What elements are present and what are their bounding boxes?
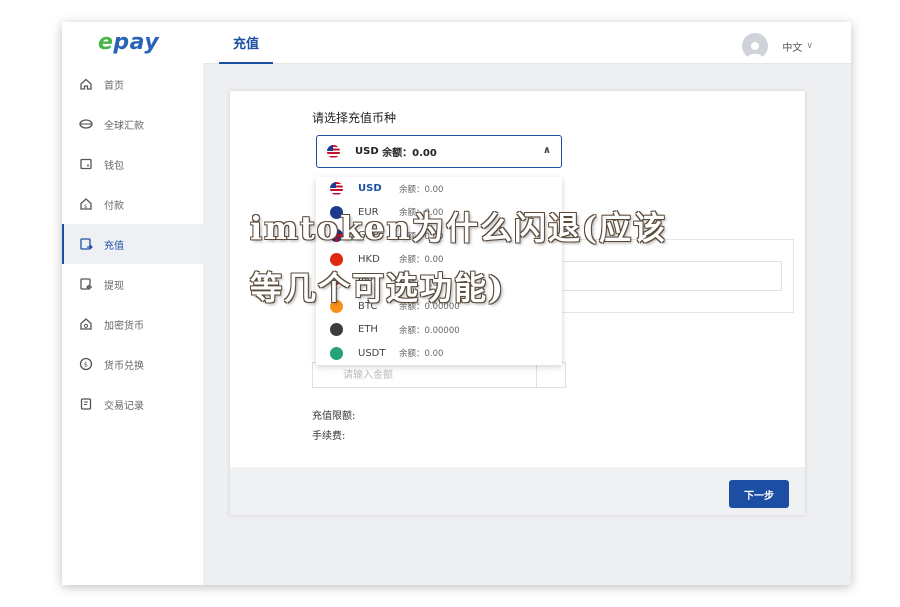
sidebar-item-exchange[interactable]: $ 货币兑换 — [62, 344, 203, 384]
sidebar-item-label: 提现 — [104, 280, 124, 292]
currency-option-gbp[interactable]: GBP 余额：0.00 — [316, 224, 562, 248]
currency-code: BTC — [358, 300, 378, 312]
globe-icon — [78, 116, 94, 132]
usd-flag-icon — [327, 145, 340, 158]
currency-option-eth[interactable]: ETH 余额：0.00000 — [316, 318, 562, 342]
sidebar-item-crypto[interactable]: 加密货币 — [62, 304, 203, 344]
hkd-flag-icon — [330, 252, 343, 266]
currency-code: GBP — [358, 230, 379, 242]
home-icon — [78, 76, 94, 92]
selected-currency-balance: 余额：0.00 — [382, 148, 437, 159]
eur-flag-icon — [330, 205, 343, 219]
exchange-icon: $ — [78, 356, 94, 372]
user-icon — [747, 42, 764, 59]
method-input[interactable] — [526, 261, 782, 291]
amount-input[interactable] — [312, 362, 536, 388]
currency-code: ETH — [358, 324, 378, 336]
usdt-coin-icon — [330, 346, 343, 360]
currency-code: JPY — [358, 277, 373, 289]
sidebar-item-wallet[interactable]: 钱包 — [62, 144, 203, 184]
app-window: epay 首页 全球汇款 钱包 $ 付款 充值 提现 加密货币 $ 货币兑换 交… — [62, 22, 851, 585]
top-bar: 充值 中文 ∨ — [203, 22, 851, 64]
sidebar-item-label: 首页 — [104, 80, 124, 92]
amount-currency-suffix — [536, 362, 566, 388]
sidebar-item-records[interactable]: 交易记录 — [62, 384, 203, 424]
crypto-icon — [78, 316, 94, 332]
sidebar-item-withdraw[interactable]: 提现 — [62, 264, 203, 304]
currency-balance: 余额：0.00 — [399, 278, 444, 289]
wallet-icon — [78, 156, 94, 172]
btc-coin-icon — [330, 299, 343, 313]
selected-currency-code: USD — [355, 146, 379, 157]
withdraw-icon — [78, 276, 94, 292]
sidebar-item-label: 交易记录 — [104, 400, 144, 412]
currency-balance: 余额：0.00 — [399, 208, 444, 219]
deposit-icon — [78, 236, 94, 252]
currency-code: USDT — [358, 347, 386, 359]
currency-dropdown[interactable]: USD 余额：0.00 EUR 余额：0.00 GBP 余额：0.00 HKD … — [316, 177, 562, 365]
card-footer: 下一步 — [230, 467, 805, 515]
payment-icon: $ — [78, 196, 94, 212]
currency-option-btc[interactable]: BTC 余额：0.00000 — [316, 295, 562, 319]
currency-select[interactable]: USD 余额：0.00 ∧ — [316, 135, 562, 168]
sidebar-item-label: 加密货币 — [104, 320, 144, 332]
currency-option-hkd[interactable]: HKD 余额：0.00 — [316, 248, 562, 272]
chevron-up-icon: ∧ — [542, 145, 551, 156]
currency-option-eur[interactable]: EUR 余额：0.00 — [316, 201, 562, 225]
deposit-card: 请选择充值币种 充值限额: 手续费: USD 余额：0.00 ∧ USD 余额：… — [230, 91, 805, 515]
sidebar-item-label: 钱包 — [104, 160, 124, 172]
fee-label: 手续费: — [312, 431, 346, 442]
user-menu[interactable]: 中文 ∨ — [742, 33, 813, 59]
logo-letter-e: e — [98, 30, 114, 55]
sidebar-item-payment[interactable]: $ 付款 — [62, 184, 203, 224]
sidebar-item-label: 全球汇款 — [104, 120, 144, 132]
currency-option-usd[interactable]: USD 余额：0.00 — [316, 177, 562, 201]
eth-coin-icon — [330, 323, 343, 337]
currency-select-label: 请选择充值币种 — [312, 111, 397, 125]
tab-deposit[interactable]: 充值 — [219, 22, 274, 64]
sidebar-item-home[interactable]: 首页 — [62, 64, 203, 104]
currency-balance: 余额：0.00000 — [399, 302, 460, 313]
currency-balance: 余额：0.00 — [399, 184, 444, 195]
chevron-down-icon: ∨ — [806, 41, 813, 51]
deposit-limit-label: 充值限额: — [312, 411, 356, 422]
avatar[interactable] — [742, 33, 769, 59]
currency-balance: 余额：0.00000 — [399, 325, 460, 336]
sidebar-nav: 首页 全球汇款 钱包 $ 付款 充值 提现 加密货币 $ 货币兑换 交易记录 — [62, 64, 203, 424]
logo-letters-pay: pay — [113, 30, 160, 55]
jpy-flag-icon — [330, 276, 343, 290]
sidebar: epay 首页 全球汇款 钱包 $ 付款 充值 提现 加密货币 $ 货币兑换 交… — [62, 22, 203, 585]
sidebar-item-label: 付款 — [104, 200, 124, 212]
language-selector[interactable]: 中文 — [782, 39, 802, 54]
currency-balance: 余额：0.00 — [399, 231, 444, 242]
sidebar-item-deposit[interactable]: 充值 — [62, 224, 203, 264]
usd-flag-icon — [330, 182, 343, 196]
sidebar-item-label: 货币兑换 — [104, 360, 144, 372]
epay-logo[interactable]: epay — [98, 30, 159, 55]
gbp-flag-icon — [330, 229, 343, 243]
sidebar-item-global-remit[interactable]: 全球汇款 — [62, 104, 203, 144]
svg-text:$: $ — [84, 204, 87, 210]
sidebar-item-label: 充值 — [104, 240, 124, 252]
svg-text:$: $ — [84, 361, 88, 369]
currency-balance: 余额：0.00 — [399, 349, 444, 360]
records-icon — [78, 396, 94, 412]
next-step-button[interactable]: 下一步 — [729, 480, 789, 508]
currency-code: USD — [358, 183, 382, 195]
currency-code: HKD — [358, 253, 380, 265]
currency-option-usdt[interactable]: USDT 余额：0.00 — [316, 342, 562, 366]
currency-code: EUR — [358, 206, 379, 218]
currency-option-jpy[interactable]: JPY 余额：0.00 — [316, 271, 562, 295]
currency-balance: 余额：0.00 — [399, 255, 444, 266]
